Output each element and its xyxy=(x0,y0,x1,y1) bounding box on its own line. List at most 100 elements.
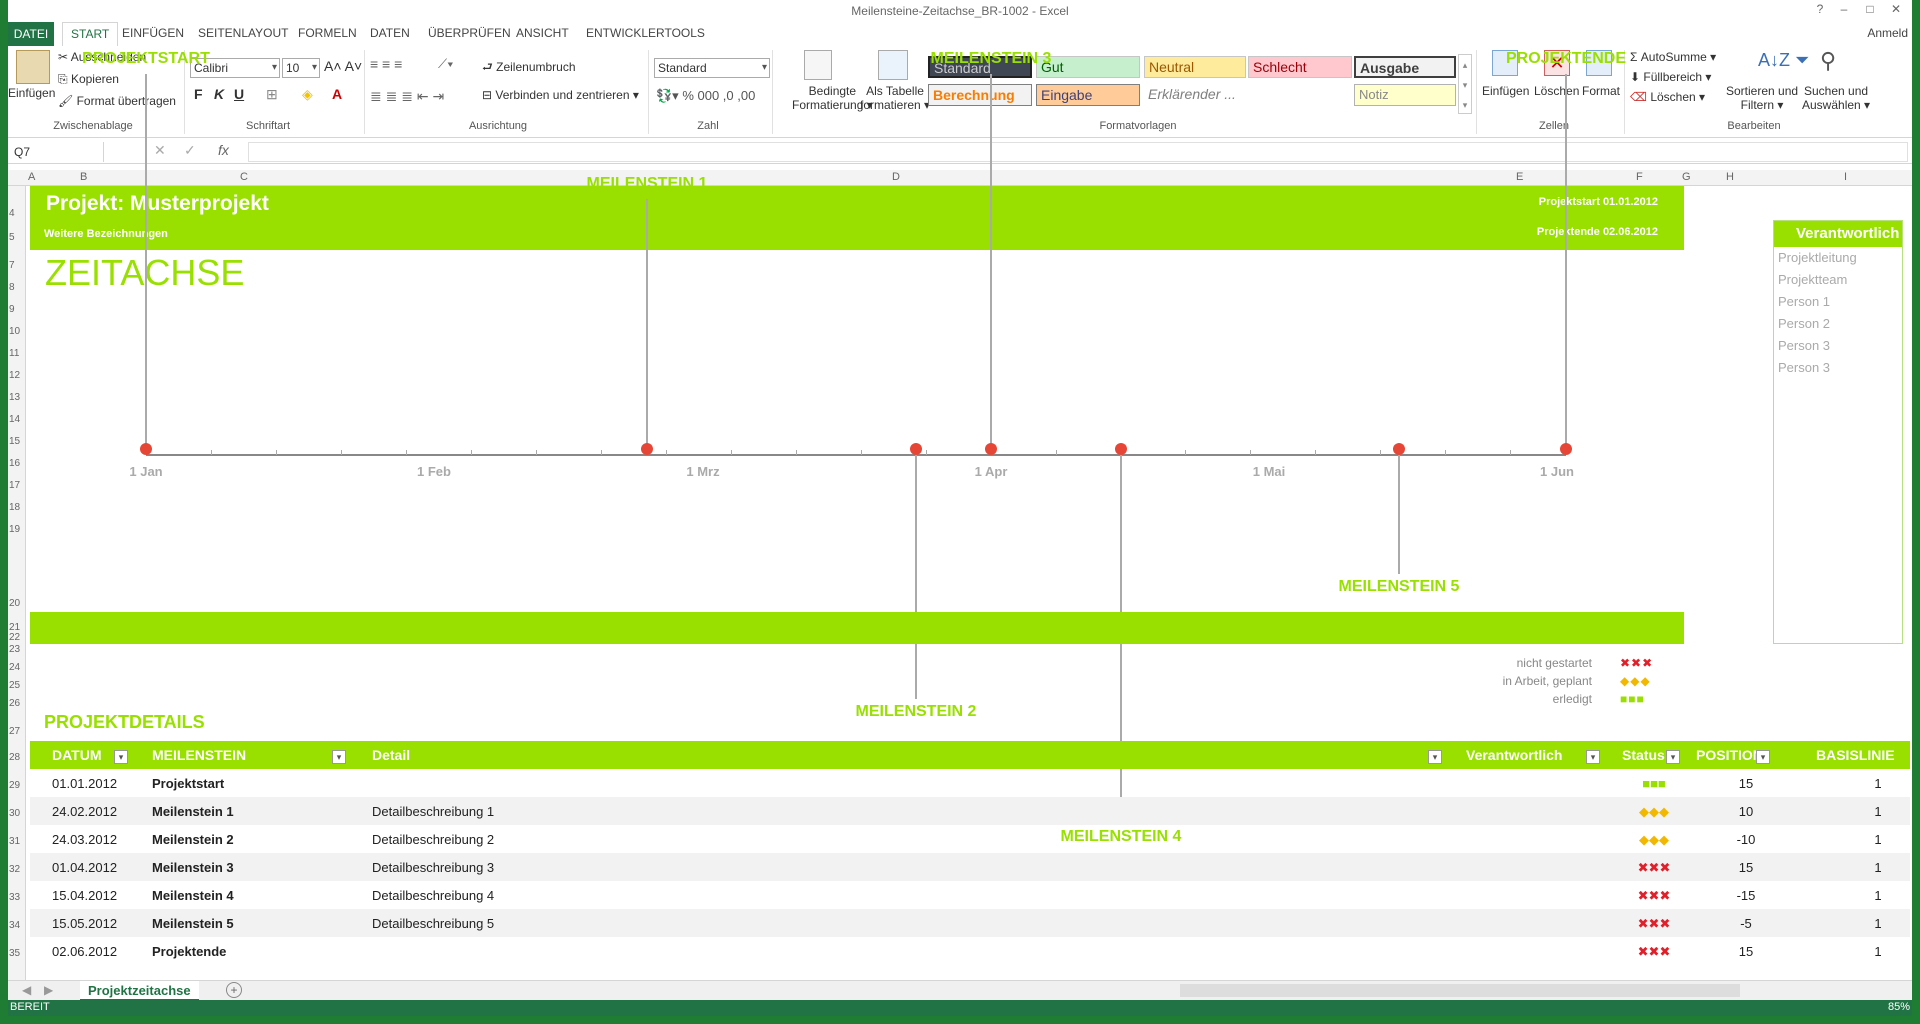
formula-input[interactable] xyxy=(248,142,1908,162)
sort-filter-button[interactable]: Sortieren und Filtern ▾ xyxy=(1726,84,1798,112)
table-row[interactable]: 02.06.2012 Projektende ✖✖✖ 15 1 xyxy=(30,937,1910,965)
font-size-select[interactable]: 10 xyxy=(282,58,320,78)
responsible-item[interactable]: Person 3 xyxy=(1774,335,1902,357)
number-format-select[interactable]: Standard xyxy=(654,58,770,78)
filter-dropdown-icon[interactable]: ▾ xyxy=(114,750,128,764)
style-schlecht[interactable]: Schlecht xyxy=(1248,56,1352,78)
table-row[interactable]: 01.04.2012 Meilenstein 3 Detailbeschreib… xyxy=(30,853,1910,881)
row-header[interactable]: 11 xyxy=(9,348,19,359)
tab-ueberpruefen[interactable]: ÜBERPRÜFEN xyxy=(428,26,511,40)
italic-button[interactable]: K xyxy=(214,86,224,102)
column-header[interactable]: E xyxy=(1516,171,1523,183)
clear-button[interactable]: ⌫ Löschen ▾ xyxy=(1630,90,1705,104)
column-header[interactable]: D xyxy=(892,171,900,183)
format-table-icon[interactable] xyxy=(878,50,908,80)
row-header[interactable]: 10 xyxy=(9,326,20,337)
filter-dropdown-icon[interactable]: ▾ xyxy=(1666,750,1680,764)
name-box[interactable]: Q7 xyxy=(10,142,104,162)
responsible-item[interactable]: Person 2 xyxy=(1774,313,1902,335)
milestone-dot[interactable] xyxy=(140,443,152,455)
milestone-dot[interactable] xyxy=(910,443,922,455)
row-header[interactable]: 17 xyxy=(9,480,20,491)
conditional-format-icon[interactable] xyxy=(804,50,832,80)
row-header[interactable]: 5 xyxy=(9,232,15,243)
row-header[interactable]: 33 xyxy=(9,892,20,903)
row-header[interactable]: 27 xyxy=(9,726,20,737)
column-header[interactable]: I xyxy=(1844,171,1847,183)
orientation-icon[interactable]: ⟋▾ xyxy=(438,56,453,72)
row-header[interactable]: 31 xyxy=(9,836,20,847)
responsible-item[interactable]: Person 1 xyxy=(1774,291,1902,313)
row-header[interactable]: 8 xyxy=(9,282,15,293)
binoculars-icon[interactable]: ⚲ xyxy=(1820,48,1836,74)
insert-cells-button[interactable]: Einfügen xyxy=(1482,84,1529,98)
format-painter-button[interactable]: 🖌 Format übertragen xyxy=(58,94,176,108)
autosum-button[interactable]: Σ AutoSumme ▾ xyxy=(1630,50,1716,64)
paste-button[interactable]: Einfügen xyxy=(8,86,55,100)
tab-einfuegen[interactable]: EINFÜGEN xyxy=(122,26,184,40)
column-header[interactable]: A xyxy=(28,171,35,183)
row-header[interactable]: 24 xyxy=(9,662,20,673)
horizontal-scrollbar[interactable] xyxy=(1180,984,1740,997)
add-sheet-button[interactable]: + xyxy=(226,982,242,998)
sheet-tab-projektzeitachse[interactable]: Projektzeitachse xyxy=(80,981,199,1001)
style-erklaerend[interactable]: Erklärender ... xyxy=(1144,84,1246,106)
column-header[interactable]: C xyxy=(240,171,248,183)
row-header[interactable]: 15 xyxy=(9,436,20,447)
sort-filter-icon[interactable]: A↓Z ⏷ xyxy=(1758,50,1809,71)
format-cells-button[interactable]: Format xyxy=(1582,84,1620,98)
row-header[interactable]: 12 xyxy=(9,370,20,381)
table-row[interactable]: 15.04.2012 Meilenstein 4 Detailbeschreib… xyxy=(30,881,1910,909)
filter-dropdown-icon[interactable]: ▾ xyxy=(1756,750,1770,764)
style-eingabe[interactable]: Eingabe xyxy=(1036,84,1140,106)
row-header[interactable]: 9 xyxy=(9,304,15,315)
fill-color-icon[interactable]: ◈ xyxy=(302,86,313,103)
responsible-item[interactable]: Person 3 xyxy=(1774,357,1902,379)
row-header[interactable]: 16 xyxy=(9,458,20,469)
border-icon[interactable]: ⊞ xyxy=(266,86,278,103)
row-header[interactable]: 22 xyxy=(9,632,20,643)
style-neutral[interactable]: Neutral xyxy=(1144,56,1246,78)
enter-icon[interactable]: ✓ xyxy=(184,142,196,159)
row-header[interactable]: 23 xyxy=(9,644,20,655)
tab-seitenlayout[interactable]: SEITENLAYOUT xyxy=(198,26,288,40)
close-icon[interactable]: ✕ xyxy=(1884,2,1908,18)
style-notiz[interactable]: Notiz xyxy=(1354,84,1456,106)
column-header[interactable]: B xyxy=(80,171,87,183)
responsible-item[interactable]: Projektteam xyxy=(1774,269,1902,291)
function-icon[interactable]: fx xyxy=(218,142,229,158)
milestone-dot[interactable] xyxy=(1115,443,1127,455)
table-row[interactable]: 24.03.2012 Meilenstein 2 Detailbeschreib… xyxy=(30,825,1910,853)
milestone-dot[interactable] xyxy=(1393,443,1405,455)
milestone-dot[interactable] xyxy=(641,443,653,455)
wrap-text-button[interactable]: ⮐ Zeilenumbruch xyxy=(482,58,576,79)
styles-scroll-icon[interactable]: ▴ ▾ ▾ xyxy=(1458,54,1472,114)
row-header[interactable]: 35 xyxy=(9,948,20,959)
row-header[interactable]: 19 xyxy=(9,524,20,535)
filter-dropdown-icon[interactable]: ▾ xyxy=(1428,750,1442,764)
table-row[interactable]: 01.01.2012 Projektstart ■■■ 15 1 xyxy=(30,769,1910,797)
row-header[interactable]: 4 xyxy=(9,208,15,219)
row-header[interactable]: 7 xyxy=(9,260,15,271)
filter-dropdown-icon[interactable]: ▾ xyxy=(332,750,346,764)
tab-ansicht[interactable]: ANSICHT xyxy=(516,26,569,40)
table-row[interactable]: 24.02.2012 Meilenstein 1 Detailbeschreib… xyxy=(30,797,1910,825)
bold-button[interactable]: F xyxy=(194,86,203,102)
prev-sheet-icon[interactable]: ◀ xyxy=(22,983,31,997)
row-header[interactable]: 14 xyxy=(9,414,20,425)
column-header[interactable]: H xyxy=(1726,171,1734,183)
tab-entwicklertools[interactable]: ENTWICKLERTOOLS xyxy=(586,26,705,40)
maximize-icon[interactable]: □ xyxy=(1858,2,1882,18)
tab-daten[interactable]: DATEN xyxy=(370,26,410,40)
style-berechnung[interactable]: Berechnung xyxy=(928,84,1032,106)
style-gut[interactable]: Gut xyxy=(1036,56,1140,78)
fill-button[interactable]: ⬇ Füllbereich ▾ xyxy=(1630,70,1711,84)
next-sheet-icon[interactable]: ▶ xyxy=(44,983,53,997)
format-table-button[interactable]: Als Tabelle formatieren ▾ xyxy=(860,84,930,112)
align-top-icon[interactable]: ≡ ≡ ≡ xyxy=(370,56,402,72)
style-ausgabe[interactable]: Ausgabe xyxy=(1354,56,1456,78)
tab-datei[interactable]: DATEI xyxy=(8,22,54,46)
delete-cells-button[interactable]: Löschen xyxy=(1534,84,1579,98)
underline-button[interactable]: U xyxy=(234,86,244,102)
align-left-icon[interactable]: ≣ ≣ ≣ ⇤ ⇥ xyxy=(370,88,444,105)
